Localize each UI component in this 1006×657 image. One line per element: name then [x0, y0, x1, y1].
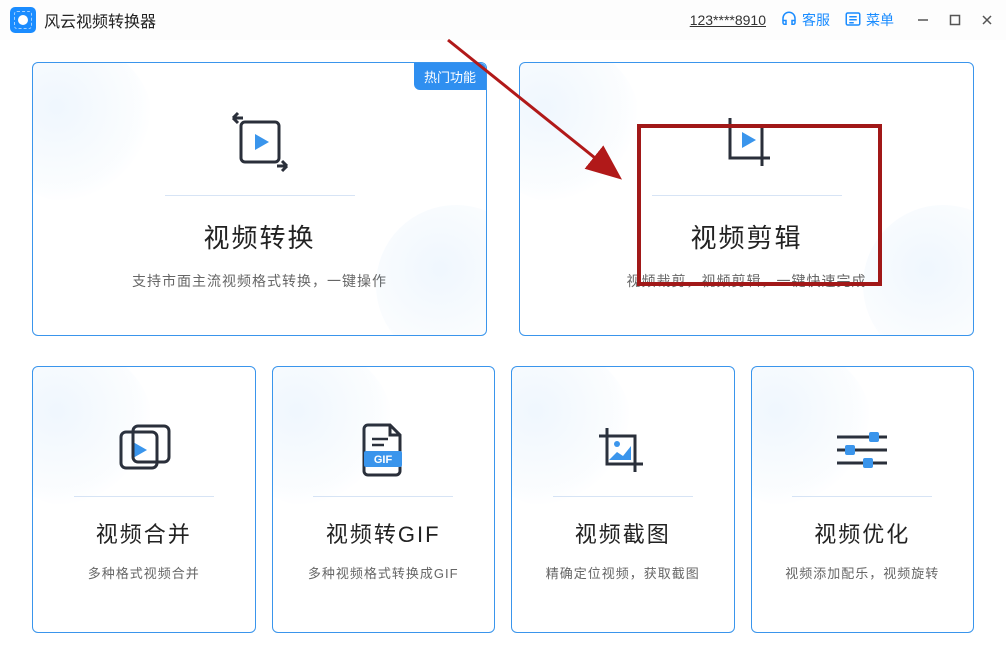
- convert-icon: [225, 107, 295, 177]
- card-video-edit[interactable]: 视频剪辑 视频裁剪，视频剪辑，一键快速完成: [519, 62, 974, 336]
- card-video-convert[interactable]: 热门功能 视频转换 支持市面主流视频格式转换，一键操作: [32, 62, 487, 336]
- gif-file-icon: GIF: [358, 418, 408, 482]
- card-title: 视频合并: [96, 517, 192, 549]
- card-desc: 视频裁剪，视频剪辑，一键快速完成: [627, 271, 867, 291]
- card-title: 视频优化: [814, 517, 910, 549]
- card-desc: 多种视频格式转换成GIF: [308, 563, 459, 582]
- sliders-icon: [831, 418, 893, 482]
- screenshot-icon: [593, 418, 653, 482]
- close-button[interactable]: [978, 11, 996, 29]
- minimize-button[interactable]: [914, 11, 932, 29]
- card-title: 视频截图: [575, 517, 671, 549]
- card-desc: 多种格式视频合并: [88, 563, 200, 582]
- app-logo-icon: [10, 7, 36, 33]
- customer-service-label: 客服: [802, 10, 830, 30]
- customer-service-button[interactable]: 客服: [780, 10, 830, 31]
- headset-icon: [780, 10, 798, 31]
- card-video-merge[interactable]: 视频合并 多种格式视频合并: [32, 366, 256, 633]
- menu-label: 菜单: [866, 10, 894, 30]
- titlebar-right: 123****8910 客服 菜单: [690, 10, 996, 31]
- title-bar: 风云视频转换器 123****8910 客服: [0, 0, 1006, 40]
- edit-crop-icon: [712, 107, 782, 177]
- card-desc: 精确定位视频，获取截图: [546, 563, 700, 582]
- merge-icon: [115, 418, 173, 482]
- hot-badge: 热门功能: [414, 63, 486, 90]
- main-content: 热门功能 视频转换 支持市面主流视频格式转换，一键操作: [0, 40, 1006, 645]
- svg-text:GIF: GIF: [374, 454, 393, 466]
- card-title: 视频转换: [203, 218, 315, 255]
- card-video-to-gif[interactable]: GIF 视频转GIF 多种视频格式转换成GIF: [272, 366, 496, 633]
- card-desc: 视频添加配乐，视频旋转: [785, 563, 939, 582]
- card-video-optimize[interactable]: 视频优化 视频添加配乐，视频旋转: [751, 366, 975, 633]
- card-video-screenshot[interactable]: 视频截图 精确定位视频，获取截图: [511, 366, 735, 633]
- account-phone-link[interactable]: 123****8910: [690, 12, 766, 28]
- card-title: 视频转GIF: [326, 517, 441, 549]
- card-title: 视频剪辑: [690, 218, 802, 255]
- card-desc: 支持市面主流视频格式转换，一键操作: [132, 271, 387, 291]
- app-title: 风云视频转换器: [44, 8, 156, 32]
- menu-list-icon: [844, 10, 862, 31]
- maximize-button[interactable]: [946, 11, 964, 29]
- menu-button[interactable]: 菜单: [844, 10, 894, 31]
